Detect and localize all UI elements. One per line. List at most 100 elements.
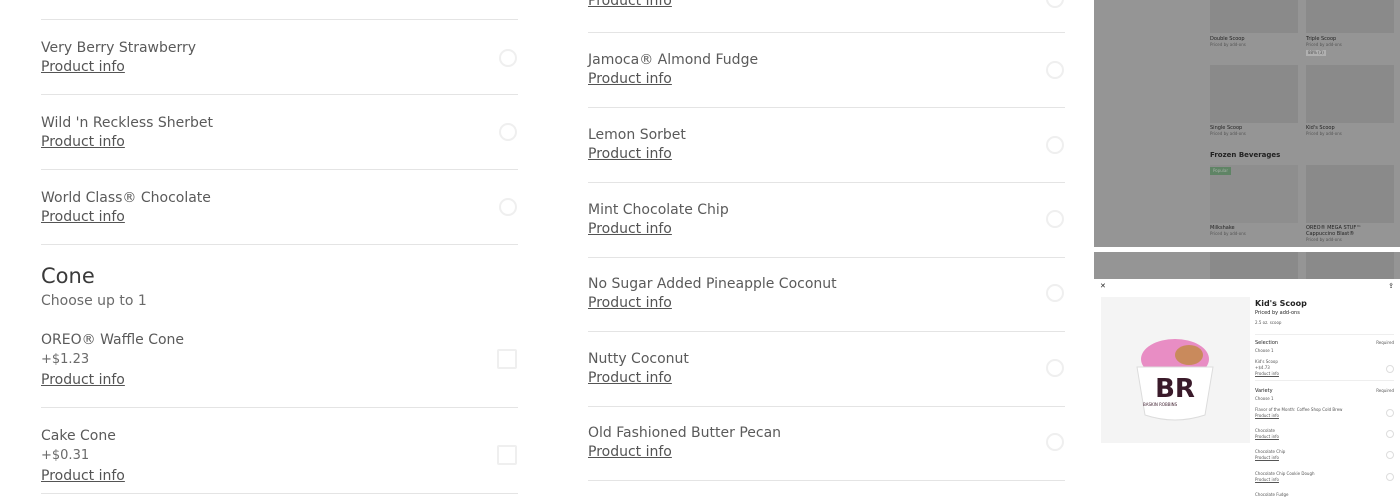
flavor-name: Lemon Sorbet xyxy=(588,127,686,143)
list-item[interactable]: Jamoca® Almond Fudge Product info xyxy=(588,33,1065,108)
list-item[interactable]: Very Berry Strawberry Product info xyxy=(41,20,518,95)
list-item[interactable]: World Class® Chocolate Product info xyxy=(41,170,518,245)
product-image: BR BASKIN ROBBINS xyxy=(1101,297,1250,443)
item-image xyxy=(1210,165,1298,223)
modal-price: Priced by add-ons xyxy=(1255,310,1300,316)
option-radio[interactable] xyxy=(1386,409,1394,417)
cone-checkbox[interactable] xyxy=(497,445,517,465)
divider xyxy=(1255,380,1394,381)
flavor-name: Old Fashioned Butter Pecan xyxy=(588,425,782,441)
flavor-name: Nutty Coconut xyxy=(588,351,689,367)
divider xyxy=(1255,334,1394,335)
flavor-list-middle: Product info Jamoca® Almond Fudge Produc… xyxy=(588,0,1065,500)
item-modal: ✕ ⇪ BR BASKIN ROBBINS Kid's Scoop Priced… xyxy=(1094,279,1400,500)
flavor-name: Very Berry Strawberry xyxy=(41,40,197,56)
product-info-link[interactable]: Product info xyxy=(1255,434,1279,440)
product-info-link[interactable]: Product info xyxy=(588,444,672,460)
product-info-link[interactable]: Product info xyxy=(588,0,672,9)
flavor-radio[interactable] xyxy=(1046,359,1064,377)
flavor-radio[interactable] xyxy=(499,123,517,141)
item-image xyxy=(1306,0,1394,33)
flavor-radio[interactable] xyxy=(1046,210,1064,228)
section-heading: Frozen Beverages xyxy=(1210,151,1281,159)
rating-badge: 88% (3) xyxy=(1306,50,1326,56)
flavor-name: Jamoca® Almond Fudge xyxy=(588,52,759,68)
list-item[interactable]: Mint Chocolate Chip Product info xyxy=(588,183,1065,258)
item-name: OREO® MEGA STUF™ Cappuccino Blast® xyxy=(1306,225,1362,237)
product-info-link[interactable]: Product info xyxy=(588,221,672,237)
item-image xyxy=(1306,165,1394,223)
choose-text: Choose 1 xyxy=(1255,348,1274,353)
svg-text:BR: BR xyxy=(1155,374,1195,404)
section-title-cone: Cone xyxy=(41,264,95,288)
option-radio[interactable] xyxy=(1386,473,1394,481)
flavor-name: Wild 'n Reckless Sherbet xyxy=(41,115,213,131)
product-info-link[interactable]: Product info xyxy=(1255,371,1279,377)
flavor-radio[interactable] xyxy=(499,198,517,216)
list-item[interactable]: Nutty Coconut Product info xyxy=(588,332,1065,407)
option-radio[interactable] xyxy=(1386,365,1394,373)
product-info-link[interactable]: Product info xyxy=(41,209,125,225)
option-name: Chocolate Fudge xyxy=(1255,492,1289,497)
flavor-name: World Class® Chocolate xyxy=(41,190,211,206)
item-image xyxy=(1306,65,1394,123)
product-info-link[interactable]: Product info xyxy=(41,468,125,484)
option-radio[interactable] xyxy=(1386,451,1394,459)
share-icon[interactable]: ⇪ xyxy=(1388,283,1394,290)
flavor-radio[interactable] xyxy=(1046,0,1064,8)
list-item[interactable]: No Sugar Added Pineapple Coconut Product… xyxy=(588,257,1065,332)
product-info-link[interactable]: Product info xyxy=(41,59,125,75)
product-info-link[interactable]: Product info xyxy=(588,71,672,87)
list-item[interactable]: Cake Cone +$0.31 Product info xyxy=(41,408,518,494)
list-item[interactable]: Old Fashioned Butter Pecan Product info xyxy=(588,406,1065,481)
selection-label: Selection xyxy=(1255,340,1279,346)
choose-text: Choose 1 xyxy=(1255,396,1274,401)
flavor-radio[interactable] xyxy=(499,49,517,67)
required-badge: Required xyxy=(1376,340,1394,345)
list-item[interactable]: Lemon Sorbet Product info xyxy=(588,108,1065,183)
cone-name: Cake Cone xyxy=(41,428,116,444)
flavor-radio[interactable] xyxy=(1046,136,1064,154)
list-item[interactable]: Wild 'n Reckless Sherbet Product info xyxy=(41,95,518,170)
item-image xyxy=(1210,0,1298,33)
product-info-link[interactable]: Product info xyxy=(588,370,672,386)
item-modal-thumbnail: ✕ ⇪ BR BASKIN ROBBINS Kid's Scoop Priced… xyxy=(1094,252,1400,500)
cone-price: +$1.23 xyxy=(41,352,90,367)
item-price: Priced by add-ons xyxy=(1210,42,1246,47)
option-radio[interactable] xyxy=(1386,430,1394,438)
product-info-link[interactable]: Product info xyxy=(588,295,672,311)
flavor-radio[interactable] xyxy=(1046,433,1064,451)
product-info-link[interactable]: Product info xyxy=(1255,477,1279,483)
product-info-link[interactable]: Product info xyxy=(588,146,672,162)
close-icon[interactable]: ✕ xyxy=(1100,283,1106,290)
brand-logo-text: BASKIN ROBBINS xyxy=(1143,402,1178,407)
flavor-radio[interactable] xyxy=(1046,61,1064,79)
cone-checkbox[interactable] xyxy=(497,349,517,369)
product-info-link[interactable]: Product info xyxy=(1255,455,1279,461)
ice-cream-cup-image: BR xyxy=(1136,339,1214,421)
item-price: Priced by add-ons xyxy=(1210,131,1246,136)
flavor-list-left: Product info Very Berry Strawberry Produ… xyxy=(41,0,518,500)
item-image xyxy=(1210,65,1298,123)
product-info-link[interactable]: Product info xyxy=(41,134,125,150)
modal-size: 2.5 oz. scoop xyxy=(1255,320,1282,325)
product-info-link[interactable]: Product info xyxy=(41,372,125,388)
list-item: Product info xyxy=(588,0,1065,33)
list-item: Product info xyxy=(41,0,518,20)
item-price: Priced by add-ons xyxy=(1210,231,1246,236)
menu-preview-thumbnail: Double Scoop Priced by add-ons Triple Sc… xyxy=(1094,0,1400,247)
cone-name: OREO® Waffle Cone xyxy=(41,332,185,348)
item-price: Priced by add-ons xyxy=(1306,131,1342,136)
cone-price: +$0.31 xyxy=(41,448,90,463)
flavor-name: Mint Chocolate Chip xyxy=(588,202,729,218)
list-item[interactable]: OREO® Waffle Cone +$1.23 Product info xyxy=(41,322,518,408)
modal-title: Kid's Scoop xyxy=(1255,299,1307,308)
variety-label: Variety xyxy=(1255,388,1273,394)
required-badge: Required xyxy=(1376,388,1394,393)
item-image xyxy=(1306,252,1394,279)
item-image xyxy=(1210,252,1298,279)
item-price: Priced by add-ons xyxy=(1306,42,1342,47)
product-info-link[interactable]: Product info xyxy=(1255,413,1279,419)
flavor-radio[interactable] xyxy=(1046,284,1064,302)
flavor-name: No Sugar Added Pineapple Coconut xyxy=(588,276,837,292)
